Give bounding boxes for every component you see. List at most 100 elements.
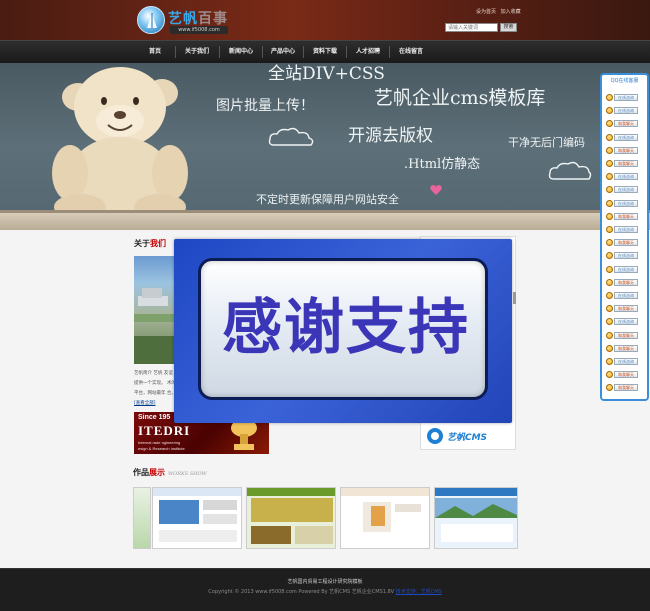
ad-brand-text: ITEDRI [138,423,191,438]
qq-chat-button[interactable]: 和我聊天 [606,160,638,168]
site-title-lead: 艺帆 [168,11,198,27]
about-intro: 艺帆简介 艺帆 友谊提供一个实现。 术的平台，网站最年 合。 [134,371,176,396]
qq-chat-button[interactable]: 在线咨询 [606,199,638,208]
cms-logo-text: 艺帆CMS [447,433,488,443]
nav-divider [303,46,304,58]
qq-penguin-icon [606,186,613,194]
qq-chat-label: 和我聊天 [614,146,638,154]
qq-service-title: QQ在线客服 [610,78,639,84]
ad-sub-line: esign & Research Institute [138,446,185,451]
set-home-link[interactable]: 设为首页 [476,9,496,15]
thanks-popup-button[interactable]: 感谢支持 [198,258,488,400]
about-section-title: 关于我们 [134,238,166,249]
teddy-bear-icon [52,67,188,218]
nav-item-guestbook[interactable]: 在线留言 [391,41,431,63]
ad-since-text: Since 195 [138,414,171,421]
qq-chat-button[interactable]: 在线咨询 [606,318,638,326]
qq-chat-label: 和我聊天 [614,212,638,220]
nav-divider [219,46,220,58]
qq-chat-button[interactable]: 和我聊天 [606,278,638,287]
about-title-black: 关于 [134,239,150,248]
heart-icon [430,185,442,195]
scrollbar-thumb[interactable] [513,292,516,304]
wooden-shelf [0,213,650,230]
qq-chat-label: 和我聊天 [614,120,638,128]
about-photo[interactable] [134,256,174,364]
qq-penguin-icon [606,160,613,167]
qq-penguin-icon [606,252,613,260]
qq-penguin-icon [606,358,613,365]
work-thumbnail[interactable] [340,487,430,549]
main-nav: 首页 关于我们 新闻中心 产品中心 资料下载 人才招聘 在线留言 [0,40,650,63]
hero-banner: 全站DIV+CSS 图片批量上传！ 艺帆企业cms模板库 开源去版权 干净无后门… [0,63,650,230]
thanks-popup-text: 感谢支持 [222,293,470,363]
qq-penguin-icon [606,107,613,115]
qq-chat-label: 在线咨询 [614,252,638,260]
nav-item-about[interactable]: 关于我们 [177,41,217,63]
cms-logo[interactable]: 艺帆CMS [421,424,515,448]
banner-line: 开源去版权 [348,126,433,146]
qq-chat-label: 和我聊天 [614,344,638,352]
banner-line: 全站DIV+CSS [268,64,385,84]
site-title[interactable]: 艺帆百事 [168,8,228,28]
site-title-tail: 百事 [198,11,228,27]
website-preview-icon [247,488,335,544]
qq-chat-button[interactable]: 在线咨询 [606,186,638,194]
qq-chat-button[interactable]: 在线咨询 [606,252,638,260]
qq-chat-button[interactable]: 在线咨询 [606,94,638,102]
qq-chat-button[interactable]: 和我聊天 [606,384,638,392]
qq-chat-button[interactable]: 和我聊天 [606,146,638,155]
about-text: 艺帆简介 艺帆 友谊提供一个实现。 术的平台，网站最年 合。 [查看全部] [134,369,176,409]
footer-support-link[interactable]: 技术支持：艺帆CMS [396,589,442,595]
site-url: www.if5008.com [170,26,228,34]
qq-chat-button[interactable]: 和我聊天 [606,305,638,313]
qq-chat-button[interactable]: 和我聊天 [606,120,638,128]
footer-copyright: Copyright © 2013 www.if5008.com Powered … [0,588,650,595]
nav-divider [262,46,263,58]
qq-penguin-icon [606,212,613,220]
qq-chat-button[interactable]: 在线咨询 [606,226,638,234]
thanks-popup[interactable]: 感谢支持 [174,239,512,423]
work-thumbnail[interactable] [434,487,518,549]
footer: 艺帆国内贸易工程设计研究院模板 Copyright © 2013 www.if5… [0,568,650,611]
qq-penguin-icon [606,305,613,313]
nav-item-downloads[interactable]: 资料下载 [305,41,345,63]
qq-chat-button[interactable]: 在线咨询 [606,173,638,181]
qq-service-float: QQ在线客服 在线咨询 在线咨询 和我聊天 在线咨询 和我聊天 和我聊天 在线咨询 在线咨询在… [600,73,649,401]
qq-chat-label: 和我聊天 [614,278,638,286]
nav-item-news[interactable]: 新闻中心 [221,41,261,63]
qq-chat-button[interactable]: 和我聊天 [606,344,638,353]
footer-copyright-text: Copyright © 2013 www.if5008.com Powered … [208,589,395,595]
work-thumbnail[interactable] [152,487,242,549]
nav-item-home[interactable]: 首页 [136,41,174,63]
qq-penguin-icon [606,265,613,273]
search-input[interactable] [445,23,498,32]
qq-chat-button[interactable]: 和我聊天 [606,239,638,247]
top-header: 艺帆百事 www.if5008.com 设为首页 加入收藏 搜索 [0,0,650,40]
qq-chat-button[interactable]: 在线咨询 [606,292,638,300]
footer-company: 艺帆国内贸易工程设计研究院模板 [287,579,363,585]
work-thumbnail[interactable] [133,487,151,549]
qq-penguin-icon [606,344,613,352]
nav-item-products[interactable]: 产品中心 [264,41,302,63]
qq-chat-button[interactable]: 和我聊天 [606,371,638,379]
nav-item-jobs[interactable]: 人才招聘 [348,41,388,63]
qq-chat-button[interactable]: 在线咨询 [606,133,638,142]
search-button[interactable]: 搜索 [500,23,517,32]
about-more-link[interactable]: [查看全部] [134,401,156,406]
qq-chat-label: 和我聊天 [614,331,638,339]
qq-chat-button[interactable]: 和我聊天 [606,212,638,221]
qq-chat-button[interactable]: 和我聊天 [606,331,638,340]
qq-chat-label: 和我聊天 [614,160,638,167]
add-favorite-link[interactable]: 加入收藏 [501,9,521,15]
qq-chat-button[interactable]: 在线咨询 [606,265,638,274]
website-preview-icon [341,488,429,532]
qq-chat-button[interactable]: 在线咨询 [606,358,638,366]
qq-chat-button[interactable]: 在线咨询 [606,107,638,115]
qq-chat-label: 和我聊天 [614,384,638,392]
work-thumbnail[interactable] [246,487,336,549]
qq-chat-label: 在线咨询 [614,358,638,365]
sail-logo-icon[interactable] [137,6,165,34]
qq-chat-label: 在线咨询 [614,318,638,326]
qq-penguin-icon [606,94,613,101]
